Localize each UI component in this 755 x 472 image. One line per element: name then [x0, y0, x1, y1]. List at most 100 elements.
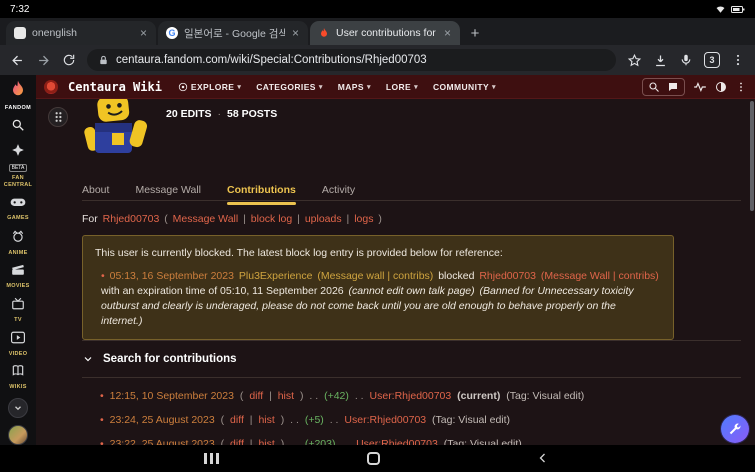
close-icon[interactable]: ×	[291, 27, 300, 39]
byte-change: (+42)	[324, 390, 349, 402]
back-button[interactable]	[537, 451, 549, 470]
more-menu-icon[interactable]	[735, 81, 747, 93]
wiki-title-link[interactable]: Centaura Wiki	[68, 80, 162, 94]
text: For	[82, 213, 98, 225]
nav-maps[interactable]: MAPS ▾	[338, 82, 371, 92]
separator: . .	[309, 390, 318, 402]
hist-link[interactable]: hist	[258, 438, 274, 445]
tab-user-contributions[interactable]: User contributions for Rhj ×	[310, 21, 460, 45]
contribution-list: • 12:15, 10 September 2023 ( diff | hist…	[100, 389, 587, 445]
separator: |	[243, 213, 246, 225]
separator: |	[269, 390, 272, 402]
entry-timestamp-link[interactable]: 12:15, 10 September 2023	[110, 390, 234, 402]
sidebar-item-wikis[interactable]: WIKIS	[9, 364, 26, 391]
recents-button[interactable]	[204, 453, 219, 464]
admin-user-sublinks[interactable]: (Message wall | contribs)	[317, 270, 433, 282]
separator: (	[221, 414, 225, 426]
forward-icon[interactable]	[36, 53, 51, 68]
search-icon[interactable]	[648, 81, 660, 93]
user-avatar[interactable]	[8, 425, 28, 445]
wiki-logo[interactable]	[44, 80, 58, 94]
sidebar-item-fan-central[interactable]: BETA FAN CENTRAL	[0, 143, 36, 188]
block-log-entry: • 05:13, 16 September 2023 Plu3Experienc…	[95, 269, 661, 329]
tab-message-wall[interactable]: Message Wall	[135, 184, 201, 205]
block-log-link[interactable]: block log	[251, 213, 292, 225]
nav-lore[interactable]: LORE ▾	[386, 82, 418, 92]
nav-community[interactable]: COMMUNITY ▾	[433, 82, 496, 92]
wrench-icon	[728, 422, 742, 436]
uploads-link[interactable]: uploads	[305, 213, 342, 225]
hist-link[interactable]: hist	[258, 414, 274, 426]
close-icon[interactable]: ×	[139, 27, 148, 39]
search-for-contributions-toggle[interactable]: Search for contributions	[82, 340, 741, 378]
divider	[82, 200, 741, 201]
diff-link[interactable]: diff	[230, 414, 244, 426]
tools-fab-button[interactable]	[721, 415, 749, 443]
header-icon-group	[642, 78, 685, 96]
address-bar[interactable]: centaura.fandom.com/wiki/Special:Contrib…	[87, 49, 616, 71]
mic-icon[interactable]	[679, 53, 693, 67]
separator: . .	[341, 438, 350, 445]
profile-avatar	[82, 99, 156, 159]
tab-switcher-icon[interactable]: 3	[704, 52, 720, 68]
separator: (	[221, 438, 225, 445]
diff-link[interactable]: diff	[249, 390, 263, 402]
username-link[interactable]: Rhjed00703	[103, 213, 160, 225]
rail-drag-handle[interactable]	[48, 107, 68, 127]
back-icon[interactable]	[10, 53, 25, 68]
blocked-user-link[interactable]: Rhjed00703	[479, 270, 536, 282]
page-link[interactable]: User:Rhjed00703	[370, 390, 452, 402]
close-icon[interactable]: ×	[443, 27, 452, 39]
tab-about[interactable]: About	[82, 184, 109, 205]
nav-explore[interactable]: EXPLORE ▾	[178, 82, 241, 92]
lock-icon[interactable]	[98, 55, 109, 66]
home-button[interactable]	[367, 452, 380, 465]
logs-link[interactable]: logs	[354, 213, 373, 225]
message-wall-link[interactable]: Message Wall	[173, 213, 239, 225]
edit-count: 20 EDITS	[166, 108, 212, 120]
entry-timestamp-link[interactable]: 23:22, 25 August 2023	[110, 438, 215, 445]
admin-user-link[interactable]: Plu3Experience	[239, 270, 313, 282]
download-icon[interactable]	[653, 53, 668, 68]
blocked-user-sublinks[interactable]: (Message Wall | contribs)	[541, 270, 659, 282]
sidebar-item-tv[interactable]: TV	[11, 297, 25, 324]
separator: |	[347, 213, 350, 225]
sidebar-item-movies[interactable]: MOVIES	[6, 263, 29, 290]
hist-link[interactable]: hist	[278, 390, 294, 402]
tab-google-search[interactable]: G 일본어로 - Google 검색 ×	[158, 21, 308, 45]
browser-menu-icon[interactable]	[731, 53, 745, 67]
new-tab-button[interactable]: +	[462, 21, 488, 45]
page-link[interactable]: User:Rhjed00703	[356, 438, 438, 445]
page-link[interactable]: User:Rhjed00703	[344, 414, 426, 426]
post-count: 58 POSTS	[227, 108, 277, 120]
refresh-icon[interactable]	[62, 53, 76, 67]
sidebar-item-video[interactable]: VIDEO	[9, 331, 28, 358]
theme-toggle-icon[interactable]	[715, 81, 727, 93]
fandom-flame-icon[interactable]	[8, 79, 28, 104]
fandom-wordmark: FANDOM	[5, 105, 31, 111]
sidebar-item-anime[interactable]: ANIME	[8, 229, 27, 257]
chevron-down-icon: ▾	[492, 83, 496, 91]
bookmark-star-icon[interactable]	[627, 53, 642, 68]
search-icon[interactable]	[11, 118, 25, 137]
tab-onenglish[interactable]: onenglish ×	[6, 21, 156, 45]
nav-categories[interactable]: CATEGORIES ▾	[256, 82, 323, 92]
entry-timestamp-link[interactable]: 23:24, 25 August 2023	[110, 414, 215, 426]
scrollbar-thumb[interactable]	[750, 101, 754, 211]
tab-contributions[interactable]: Contributions	[227, 184, 296, 205]
edit-tag: (Tag: Visual edit)	[444, 438, 522, 445]
wiki-header: Centaura Wiki EXPLORE ▾ CATEGORIES ▾ MAP…	[36, 75, 755, 99]
separator: . .	[290, 414, 299, 426]
activity-pulse-icon[interactable]	[693, 81, 707, 93]
chat-icon[interactable]	[667, 81, 679, 93]
rail-more-button[interactable]	[8, 398, 28, 418]
contributions-for-line: For Rhjed00703 ( Message Wall | block lo…	[82, 213, 384, 225]
android-nav-bar	[0, 445, 755, 472]
beta-badge: BETA	[9, 164, 28, 172]
sidebar-item-games[interactable]: GAMES	[7, 195, 29, 222]
tab-activity[interactable]: Activity	[322, 184, 355, 205]
bullet: •	[101, 270, 105, 282]
block-timestamp-link[interactable]: 05:13, 16 September 2023	[110, 270, 234, 282]
book-icon	[11, 364, 25, 382]
diff-link[interactable]: diff	[230, 438, 244, 445]
